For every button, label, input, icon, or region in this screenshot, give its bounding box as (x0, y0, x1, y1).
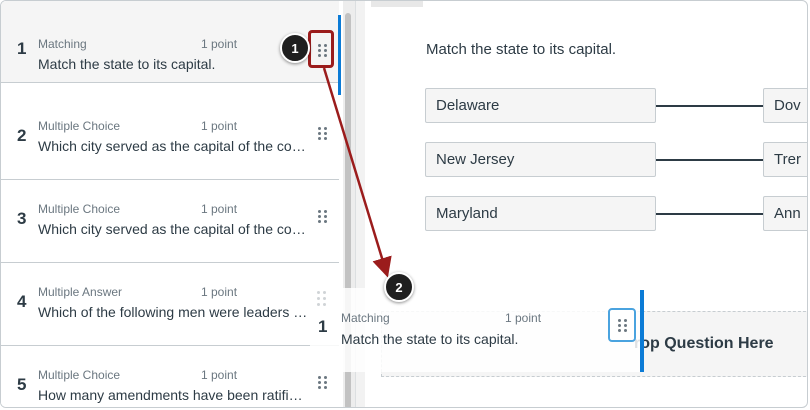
drop-zone-label: rop Question Here (634, 335, 774, 352)
question-type: Matching (38, 37, 87, 51)
question-points: 1 point (201, 202, 238, 216)
match-right-item[interactable]: Dov (763, 88, 807, 123)
step-badge-2: 2 (384, 272, 414, 302)
match-right-item[interactable]: Ann (763, 196, 807, 231)
question-number: 1 (17, 39, 27, 58)
question-type: Multiple Choice (38, 368, 121, 382)
drag-handle-icon (615, 316, 629, 334)
drag-handle-icon[interactable] (315, 207, 329, 225)
question-points: 1 point (201, 368, 238, 382)
match-connector (656, 159, 764, 161)
question-item-3[interactable]: 3 Multiple Choice 1 point Which city ser… (1, 181, 339, 263)
active-indicator (338, 15, 341, 95)
question-type: Matching (341, 311, 390, 325)
match-left-item: New Jersey (425, 142, 656, 177)
drag-handle-icon (317, 291, 329, 307)
question-number: 4 (17, 292, 27, 311)
question-number: 2 (17, 126, 27, 145)
question-item-5[interactable]: 5 Multiple Choice 1 point How many amend… (1, 347, 339, 407)
question-text: How many amendments have been ratified… (38, 387, 308, 403)
drop-position-indicator (640, 290, 644, 372)
question-number: 5 (17, 375, 27, 394)
question-item-4[interactable]: 4 Multiple Answer 1 point Which of the f… (1, 264, 339, 346)
question-type: Multiple Answer (38, 285, 123, 299)
drag-handle-icon[interactable] (315, 373, 329, 391)
question-points: 1 point (201, 285, 238, 299)
question-prompt: Match the state to its capital. (426, 41, 617, 58)
match-connector (656, 213, 764, 215)
match-connector (656, 105, 764, 107)
question-type: Multiple Choice (38, 202, 121, 216)
question-points: 1 point (505, 311, 542, 325)
match-left-item: Maryland (425, 196, 656, 231)
callout-highlight (308, 30, 334, 68)
match-left-item: Delaware (425, 88, 656, 123)
match-right-item[interactable]: Trer (763, 142, 807, 177)
question-text: Which city served as the capital of the … (38, 221, 308, 237)
question-text: Which city served as the capital of the … (38, 138, 308, 154)
question-number: 3 (17, 209, 27, 228)
question-type: Multiple Choice (38, 119, 121, 133)
question-text: Which of the following men were leaders … (38, 304, 308, 320)
step-badge-1: 1 (280, 33, 310, 63)
question-points: 1 point (201, 119, 238, 133)
drag-handle-button[interactable] (608, 308, 636, 342)
question-points: 1 point (201, 37, 238, 51)
question-number: 1 (318, 317, 328, 336)
drag-handle-icon[interactable] (315, 124, 329, 142)
question-text: Match the state to its capital. (341, 331, 519, 347)
dragged-question-card[interactable]: 1 Matching 1 point Match the state to it… (310, 288, 643, 372)
question-text: Match the state to its capital. (38, 56, 216, 72)
top-strip (371, 1, 423, 7)
question-item-2[interactable]: 2 Multiple Choice 1 point Which city ser… (1, 98, 339, 180)
